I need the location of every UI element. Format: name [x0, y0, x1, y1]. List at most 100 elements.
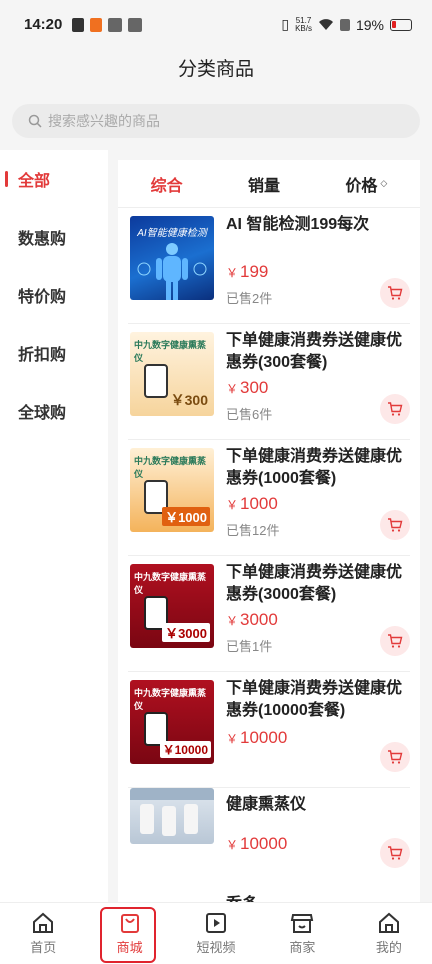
sort-label: 综合 — [150, 177, 183, 195]
battery-icon — [390, 18, 412, 31]
product-name: 健康熏蒸仪 — [226, 796, 307, 813]
product-name-partial: 乔多 — [226, 890, 258, 902]
price-value: 1000 — [240, 494, 278, 513]
sort-arrows-icon: ◇ — [380, 178, 388, 188]
profile-home-icon — [378, 912, 399, 933]
product-image: AI智能健康检测 — [130, 216, 214, 300]
product-image: 中九数字健康熏蒸仪 ￥1000 — [130, 448, 214, 532]
product-sold-count: 已售12件 — [226, 523, 280, 538]
tab-mall[interactable]: 商城 — [86, 903, 172, 964]
add-to-cart-button[interactable] — [380, 742, 410, 772]
cart-icon — [388, 750, 403, 764]
product-name: 下单健康消费券送健康优惠券(1000套餐) — [226, 448, 403, 487]
app-notification-icon — [90, 18, 102, 32]
product-image: 中九数字健康熏蒸仪 ￥3000 — [130, 564, 214, 648]
wifi-icon — [318, 19, 333, 30]
product-price: ￥ 300 — [226, 378, 268, 398]
sort-comprehensive[interactable]: 综合 — [151, 172, 183, 196]
image-price: ￥1000 — [162, 507, 210, 526]
bottom-tab-bar: 首页 商城 短视频 商家 我的 — [0, 902, 432, 964]
sim-icon — [72, 18, 84, 32]
image-brand: 中九数字健康熏蒸仪 — [134, 456, 207, 479]
image-brand: 中九数字健康熏蒸仪 — [134, 572, 207, 595]
product-item[interactable]: 中九数字健康熏蒸仪 ￥1000 下单健康消费券送健康优惠券(1000套餐) ￥ 1… — [128, 440, 410, 556]
image-brand: 中九数字健康熏蒸仪 — [134, 688, 207, 711]
product-name: 下单健康消费券送健康优惠券(3000套餐) — [226, 564, 403, 603]
body-scan-figure — [137, 243, 207, 300]
product-item[interactable]: 中九数字健康熏蒸仪 ￥3000 下单健康消费券送健康优惠券(3000套餐) ￥ 3… — [128, 556, 410, 672]
tab-merchant[interactable]: 商家 — [259, 903, 345, 964]
network-speed: 51.7 KB/s — [295, 16, 312, 33]
product-sold-count: 已售2件 — [226, 291, 273, 306]
sidebar-item-label: 数惠购 — [18, 231, 67, 248]
price-value: 10000 — [240, 834, 288, 853]
price-value: 300 — [240, 378, 269, 397]
product-price: ￥ 3000 — [226, 610, 278, 630]
add-to-cart-button[interactable] — [380, 838, 410, 868]
device-illustration — [144, 364, 168, 398]
status-right: ▯ 51.7 KB/s 19% — [281, 16, 412, 33]
store-icon — [291, 913, 314, 933]
add-to-cart-button[interactable] — [380, 626, 410, 656]
sidebar-item-label: 全部 — [18, 173, 51, 190]
no-sim-icon — [339, 18, 350, 31]
image-brand: 中九数字健康熏蒸仪 — [134, 340, 207, 363]
currency-symbol: ￥ — [226, 266, 239, 280]
search-input[interactable]: 搜索感兴趣的商品 — [12, 104, 420, 138]
currency-symbol: ￥ — [226, 732, 239, 746]
sidebar-item-label: 特价购 — [18, 289, 67, 306]
cart-icon — [388, 518, 403, 532]
sidebar-item-all[interactable]: 全部 — [0, 150, 108, 208]
image-price: ￥300 — [170, 392, 208, 408]
product-item[interactable]: AI智能健康检测 AI 智能检测199每次 ￥ 199 已售2件 — [128, 208, 410, 324]
product-image: 中九数字健康熏蒸仪 ￥10000 — [130, 680, 214, 764]
product-name: 下单健康消费券送健康优惠券(10000套餐) — [226, 680, 403, 719]
search-placeholder: 搜索感兴趣的商品 — [48, 113, 160, 129]
sort-price[interactable]: 价格 ◇ — [345, 172, 387, 196]
image-price: ￥3000 — [162, 623, 210, 642]
tab-mine[interactable]: 我的 — [346, 903, 432, 964]
status-time: 14:20 — [24, 16, 63, 33]
cart-icon — [388, 402, 403, 416]
tab-label: 首页 — [30, 939, 57, 955]
product-price: ￥ 10000 — [226, 834, 287, 854]
product-item[interactable]: 中九数字健康熏蒸仪 ￥10000 下单健康消费券送健康优惠券(10000套餐) … — [128, 672, 410, 788]
currency-symbol: ￥ — [226, 614, 239, 628]
sidebar-item-zhekougou[interactable]: 折扣购 — [0, 324, 108, 382]
product-panel: 综合 销量 价格 ◇ AI智能健康检测 AI 智能检测199每次 ￥ 199 已售2… — [118, 160, 420, 902]
currency-symbol: ￥ — [226, 498, 239, 512]
product-sold-count: 已售1件 — [226, 639, 273, 654]
add-to-cart-button[interactable] — [380, 510, 410, 540]
sidebar-item-shuhuigou[interactable]: 数惠购 — [0, 208, 108, 266]
currency-symbol: ￥ — [226, 838, 239, 852]
sidebar-item-quanqiugou[interactable]: 全球购 — [0, 382, 108, 440]
vibrate-icon: ▯ — [281, 16, 290, 32]
add-to-cart-button[interactable] — [380, 394, 410, 424]
tab-home[interactable]: 首页 — [0, 903, 86, 964]
cart-icon — [388, 846, 403, 860]
product-image — [130, 788, 214, 844]
cart-icon — [388, 634, 403, 648]
tab-label: 商家 — [289, 939, 316, 955]
home-icon — [33, 912, 54, 933]
tab-label: 我的 — [375, 939, 402, 955]
product-price: ￥ 199 — [226, 262, 268, 282]
product-item[interactable]: 健康熏蒸仪 ￥ 10000 — [128, 788, 410, 902]
price-value: 199 — [240, 262, 269, 281]
sidebar-item-tejiagou[interactable]: 特价购 — [0, 266, 108, 324]
link-icon — [108, 18, 122, 32]
message-icon — [128, 18, 142, 32]
add-to-cart-button[interactable] — [380, 278, 410, 308]
sort-bar: 综合 销量 价格 ◇ — [118, 160, 420, 208]
product-image: 中九数字健康熏蒸仪 ￥300 — [130, 332, 214, 416]
cart-icon — [388, 286, 403, 300]
video-play-icon — [206, 912, 227, 933]
sort-label: 销量 — [248, 177, 281, 195]
notification-icons — [72, 18, 142, 32]
category-sidebar: 全部 数惠购 特价购 折扣购 全球购 — [0, 150, 108, 902]
sort-sales[interactable]: 销量 — [248, 172, 280, 196]
tab-short-video[interactable]: 短视频 — [173, 903, 259, 964]
product-item[interactable]: 中九数字健康熏蒸仪 ￥300 下单健康消费券送健康优惠券(300套餐) ￥ 300… — [128, 324, 410, 440]
product-name: 下单健康消费券送健康优惠券(300套餐) — [226, 332, 403, 371]
product-price: ￥ 10000 — [226, 728, 287, 748]
